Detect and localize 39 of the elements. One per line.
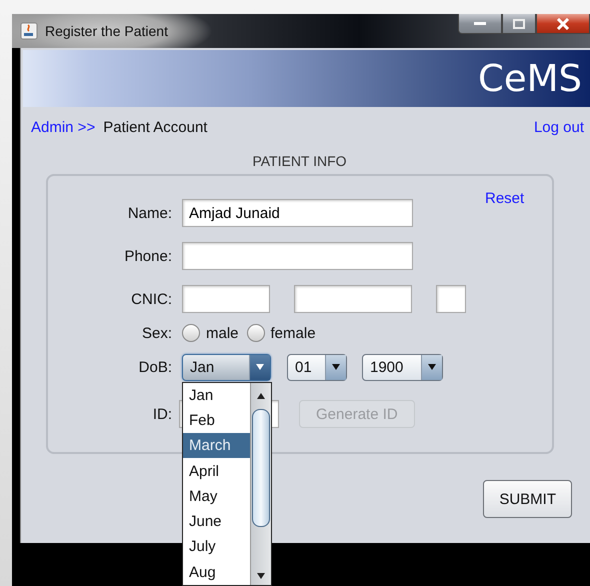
breadcrumb-current: Patient Account [103, 118, 208, 136]
logout-link[interactable]: Log out [534, 118, 584, 136]
reset-link[interactable]: Reset [485, 190, 524, 207]
phone-field[interactable] [182, 242, 413, 270]
phone-label: Phone: [123, 248, 172, 264]
scroll-down-icon [256, 572, 266, 580]
radio-label: female [270, 324, 316, 342]
name-label: Name: [126, 204, 172, 222]
radio-button[interactable] [246, 324, 265, 342]
sex-label: Sex: [140, 324, 172, 342]
dropdown-arrow-icon [331, 363, 341, 371]
month-option[interactable]: March [183, 433, 250, 458]
radio-button[interactable] [182, 324, 200, 342]
close-button[interactable] [536, 14, 590, 34]
close-icon [556, 18, 570, 30]
maximize-button[interactable] [502, 14, 536, 34]
window-title: Register the Patient [45, 23, 168, 39]
dropdown-arrow-icon [427, 363, 437, 371]
app-icon [20, 22, 38, 40]
cnic-field[interactable] [182, 285, 270, 313]
year-dropdown[interactable]: 1900 [362, 354, 443, 380]
submit-button[interactable]: SUBMIT [483, 480, 572, 518]
minimize-icon [474, 22, 486, 26]
maximize-icon [513, 18, 525, 28]
scroll-thumb[interactable] [252, 408, 270, 526]
cnic-field[interactable] [436, 285, 466, 313]
minimize-button[interactable] [458, 14, 502, 34]
cnic-field[interactable] [294, 285, 412, 313]
scrollbar[interactable] [250, 382, 271, 584]
cnic-label: CNIC: [130, 290, 172, 308]
breadcrumb-link[interactable]: Admin >> [31, 118, 96, 136]
dob-label: DoB: [138, 358, 172, 376]
radio-label: male [206, 324, 239, 342]
id-label: ID: [152, 406, 172, 422]
name-field[interactable]: Amjad Junaid [182, 199, 413, 227]
dropdown-arrow-icon [255, 363, 265, 371]
section-title: PATIENT INFO [251, 153, 348, 169]
app-logo-text: CeMS [478, 57, 582, 100]
day-dropdown[interactable]: 01 [287, 354, 347, 380]
